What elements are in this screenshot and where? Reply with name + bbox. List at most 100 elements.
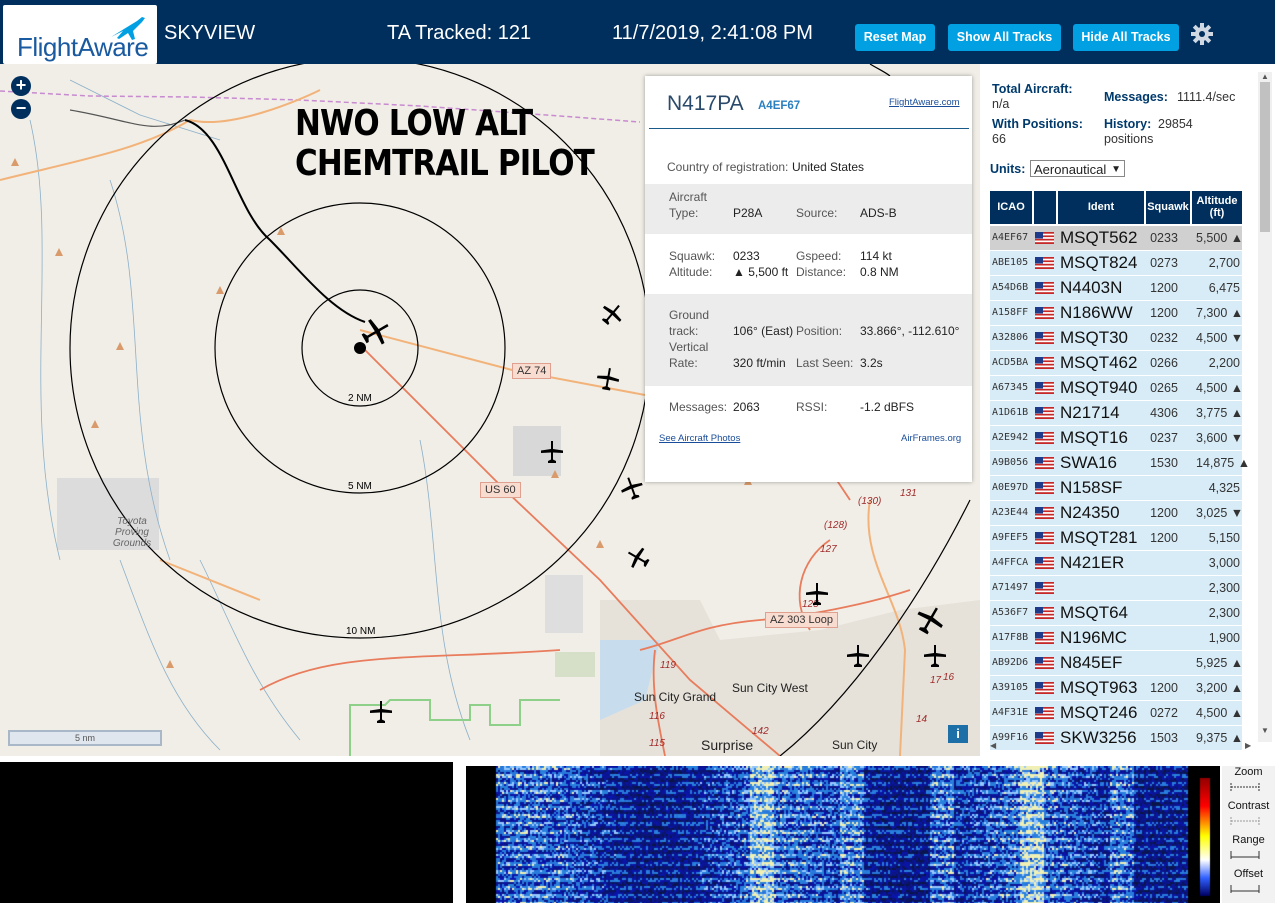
row-ident: MSQT462 [1060, 353, 1138, 372]
contrast-control-label: Contrast [1227, 800, 1270, 812]
table-row[interactable]: A54D6B N4403N 1200 6,475 [990, 276, 1242, 300]
squawk-label: Squawk: [669, 249, 716, 263]
col-squawk[interactable]: Squawk [1146, 191, 1190, 224]
zoom-out-button[interactable]: − [11, 99, 31, 119]
flightaware-link[interactable]: FlightAware.com [889, 97, 960, 108]
row-squawk: 0265 [1150, 381, 1178, 395]
row-icao: A9FEF5 [992, 532, 1029, 543]
map-info-button[interactable]: i [948, 725, 968, 743]
aircraft-icon[interactable] [923, 644, 947, 668]
row-icao: A4FFCA [992, 557, 1029, 568]
table-row[interactable]: A67345 MSQT940 0265 4,500 ▲ [990, 376, 1244, 400]
zoom-in-button[interactable]: + [11, 76, 31, 96]
town-label: Surprise [701, 737, 754, 753]
units-select[interactable]: Aeronautical ▼ [1030, 160, 1125, 177]
position-label: Position: [796, 324, 843, 338]
col-ident[interactable]: Ident [1058, 191, 1144, 224]
units-select-value: Aeronautical [1034, 162, 1107, 177]
overlay-line-2: CHEMTRAIL PILOT [295, 143, 595, 184]
row-icao: A536F7 [992, 607, 1029, 618]
route-shield-az303: AZ 303 Loop [765, 612, 838, 628]
range-slider[interactable] [1230, 851, 1260, 859]
us-flag-icon [1035, 707, 1054, 719]
table-row[interactable]: A17F8B N196MC 1,900 [990, 626, 1242, 650]
overlay-caption: NWO LOW ALT CHEMTRAIL PILOT [295, 103, 595, 184]
hide-all-tracks-button[interactable]: Hide All Tracks [1073, 24, 1179, 51]
table-row[interactable]: A71497 2,300 [990, 576, 1242, 600]
row-squawk: 1530 [1150, 456, 1178, 470]
road-number: (130) [858, 496, 882, 507]
us-flag-icon [1035, 607, 1054, 619]
row-altitude: 2,300 [1208, 581, 1240, 595]
vrate-label-1: Vertical [669, 340, 709, 354]
col-altitude[interactable]: Altitude (ft) [1192, 191, 1242, 224]
offset-slider[interactable] [1230, 885, 1260, 893]
row-squawk: 1200 [1150, 506, 1178, 520]
aircraft-icon[interactable] [594, 365, 622, 393]
table-row[interactable]: A158FF N186WW 1200 7,300 ▲ [990, 301, 1243, 325]
track-value: 106° (East) [733, 324, 794, 338]
table-row[interactable]: A0E97D N158SF 4,325 [990, 476, 1242, 500]
table-row[interactable]: A32806 MSQT30 0232 4,500 ▼ [990, 326, 1244, 350]
type-value: P28A [733, 206, 763, 220]
gspeed-value: 114 kt [860, 249, 892, 263]
table-row[interactable]: A99F16 SKW3256 1503 9,375 ▲ [990, 726, 1243, 750]
table-row[interactable]: A9FEF5 MSQT281 1200 5,150 [990, 526, 1242, 550]
table-row[interactable]: A23E44 N24350 1200 3,025 ▼ [990, 501, 1243, 525]
tracked-count: TA Tracked: 121 [387, 22, 532, 44]
zoom-slider[interactable] [1230, 783, 1260, 791]
aircraft-photos-link[interactable]: See Aircraft Photos [659, 433, 740, 444]
us-flag-icon [1035, 457, 1054, 469]
units-label: Units: [990, 162, 1026, 176]
flightaware-logo[interactable]: FlightAware [3, 5, 157, 64]
row-icao: A0E97D [992, 482, 1029, 493]
table-row[interactable]: A1D61B N21714 4306 3,775 ▲ [990, 401, 1244, 425]
reset-map-button[interactable]: Reset Map [855, 24, 935, 51]
table-row[interactable]: A4EF67 MSQT562 0233 5,500 ▲ [990, 226, 1244, 250]
us-flag-icon [1035, 432, 1054, 444]
row-altitude: 4,500 ▼ [1196, 331, 1244, 345]
popup-icao: A4EF67 [758, 100, 801, 112]
table-row[interactable]: ABE105 MSQT824 0273 2,700 [990, 251, 1242, 275]
gray-area [545, 575, 583, 633]
scrollbar-thumb[interactable] [1260, 82, 1270, 232]
table-row[interactable]: A4FFCA N421ER 3,000 [990, 551, 1242, 575]
aircraft-icon[interactable] [805, 582, 829, 606]
gear-icon[interactable] [1190, 22, 1214, 46]
col-flag[interactable] [1034, 191, 1056, 224]
row-squawk: 1200 [1150, 306, 1178, 320]
row-altitude: 3,600 ▼ [1196, 431, 1244, 445]
aircraft-icon[interactable] [540, 440, 564, 464]
table-row[interactable]: A9B056 SWA16 1530 14,875 ▲ [990, 451, 1250, 475]
show-all-tracks-button[interactable]: Show All Tracks [948, 24, 1061, 51]
plane-logo-icon [111, 17, 145, 40]
table-row[interactable]: AB92D6 N845EF 5,925 ▲ [990, 651, 1243, 675]
table-row[interactable]: ACD5BA MSQT462 0266 2,200 [990, 351, 1242, 375]
road-number: 17 [930, 675, 942, 686]
row-ident: N21714 [1060, 403, 1120, 422]
col-icao[interactable]: ICAO [990, 191, 1032, 224]
airframes-link[interactable]: AirFrames.org [901, 433, 961, 444]
table-row[interactable]: A39105 MSQT963 1200 3,200 ▲ [990, 676, 1243, 700]
sidebar-scrollbar[interactable]: ▲ ▼ [1258, 72, 1272, 742]
aircraft-icon[interactable] [846, 644, 870, 668]
row-ident: N421ER [1060, 553, 1125, 572]
country-value: United States [792, 160, 865, 174]
row-altitude: 3,775 ▲ [1196, 406, 1244, 420]
hscroll-left-icon[interactable]: ◀ [990, 741, 996, 750]
row-altitude: 4,500 ▲ [1196, 381, 1244, 395]
scroll-up-icon[interactable]: ▲ [1261, 72, 1269, 81]
us-flag-icon [1035, 257, 1054, 269]
scroll-down-icon[interactable]: ▼ [1261, 726, 1269, 735]
row-altitude: 5,500 ▲ [1196, 231, 1244, 245]
range-control-label: Range [1232, 834, 1265, 846]
aircraft-icon[interactable] [369, 700, 393, 724]
hscroll-right-icon[interactable]: ▶ [1245, 741, 1251, 750]
messages-value: 1111.4/sec [1177, 90, 1236, 104]
contrast-slider[interactable] [1230, 817, 1260, 825]
table-row[interactable]: A4F31E MSQT246 0272 4,500 ▲ [990, 701, 1243, 725]
row-squawk: 1200 [1150, 531, 1178, 545]
table-row[interactable]: A2E942 MSQT16 0237 3,600 ▼ [990, 426, 1244, 450]
table-row[interactable]: A536F7 MSQT64 2,300 [990, 601, 1242, 625]
overlay-line-1: NWO LOW ALT [295, 103, 533, 144]
